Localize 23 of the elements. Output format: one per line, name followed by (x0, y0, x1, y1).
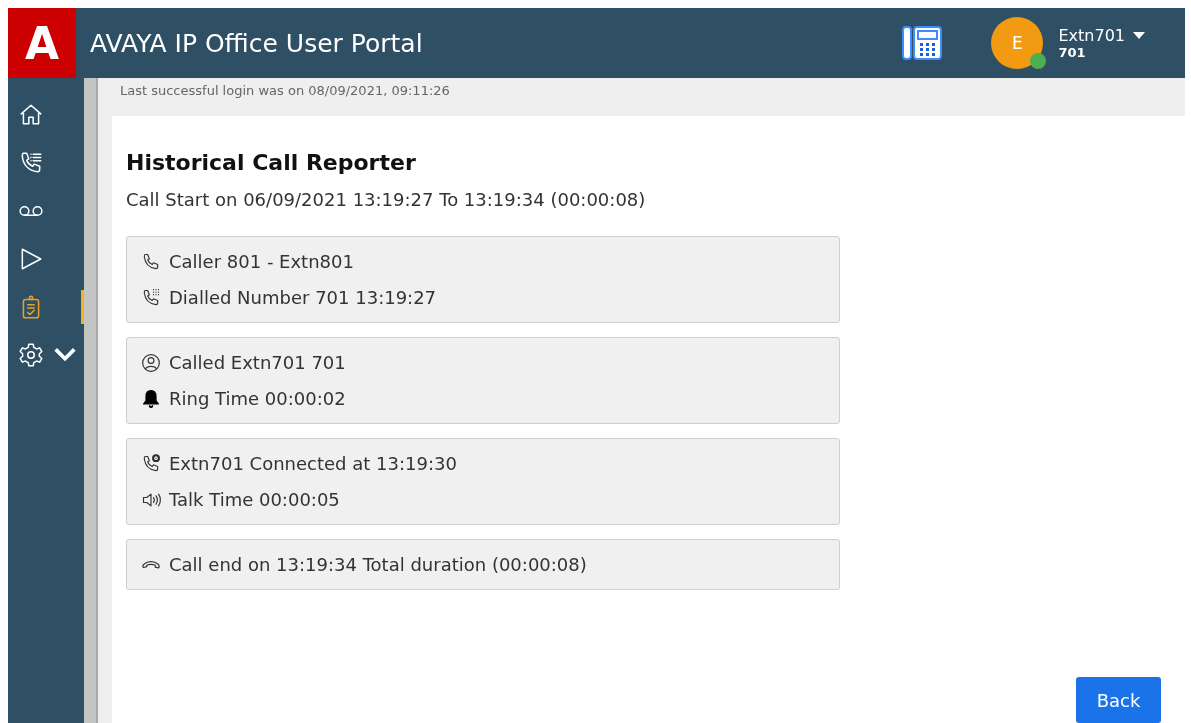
app-title: AVAYA IP Office User Portal (90, 28, 424, 58)
event-text: Call end on 13:19:34 Total duration (00:00:08) (169, 554, 587, 575)
event-text: Ring Time 00:00:02 (169, 388, 346, 409)
scrollbar[interactable] (84, 78, 98, 723)
event-text: Talk Time 00:00:05 (169, 489, 340, 510)
event-text: Called Extn701 701 (169, 352, 346, 373)
phone-connected-icon (141, 453, 161, 474)
user-name[interactable]: Extn701 (1058, 26, 1125, 45)
event-text: Dialled Number 701 13:19:27 (169, 287, 437, 308)
phone-keypad-icon (141, 287, 161, 308)
caret-icon[interactable] (1133, 32, 1145, 39)
event-text: Caller 801 - Extn801 (169, 251, 354, 272)
user-extension: 701 (1058, 45, 1087, 60)
settings-icon (18, 342, 44, 368)
call-summary: Call Start on 06/09/2021 13:19:27 To 13:19:34 (00:00:08) (126, 189, 647, 210)
event-text: Extn701 Connected at 13:19:30 (169, 453, 457, 474)
user-icon (141, 352, 161, 373)
phone-icon (141, 251, 161, 272)
page-title: Historical Call Reporter (126, 150, 417, 175)
bell-icon (141, 388, 161, 409)
logo: A (8, 8, 76, 78)
login-notice: Last successful login was on 08/09/2021, 09:11:26 (119, 82, 451, 100)
back-button[interactable]: Back (1076, 677, 1161, 723)
